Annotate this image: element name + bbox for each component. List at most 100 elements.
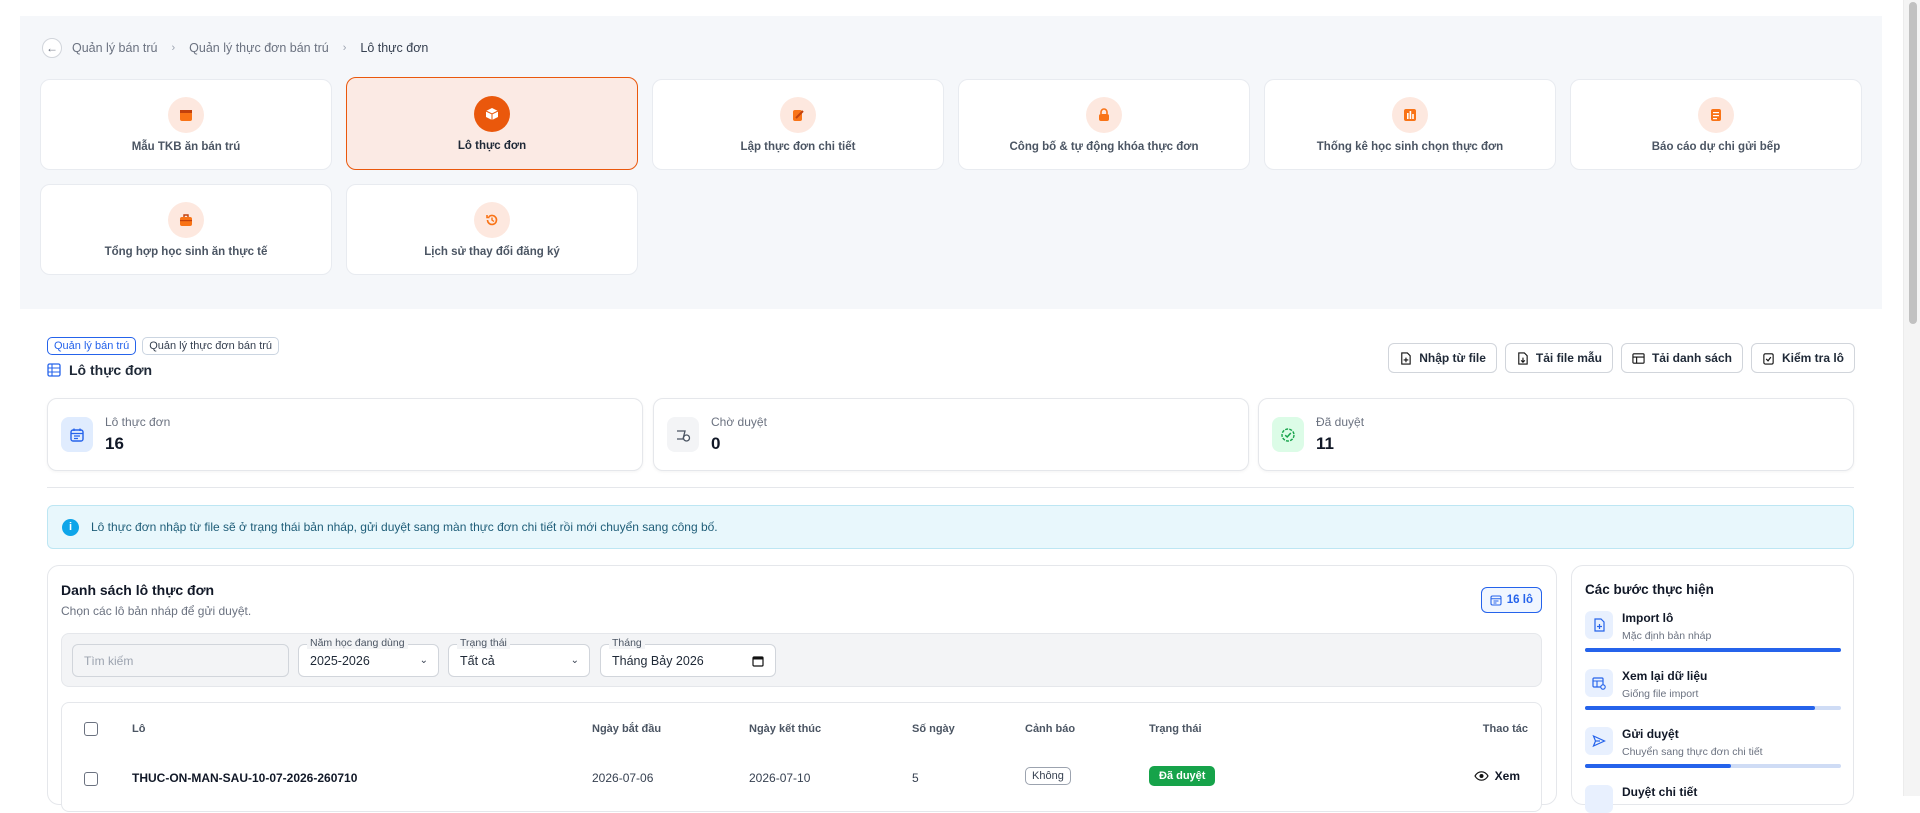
tile-thong-ke[interactable]: Thống kê học sinh chọn thực đơn [1264, 79, 1556, 170]
tile-lo-thuc-don[interactable]: Lô thực đơn [346, 77, 638, 170]
tile-bao-cao[interactable]: Báo cáo dự chi gửi bếp [1570, 79, 1862, 170]
breadcrumb-separator-icon: › [171, 42, 176, 54]
page-scrollbar[interactable] [1903, 0, 1920, 796]
progress-fill [1585, 706, 1816, 710]
info-icon: i [62, 518, 79, 536]
tile-label: Báo cáo dự chi gửi bếp [1651, 140, 1781, 153]
steps-panel: Các bước thực hiện Import lô Mặc định bả… [1571, 565, 1854, 813]
stat-label: Lô thực đơn [105, 415, 171, 429]
stat-card-pending: Chờ duyệt 0 [653, 398, 1249, 471]
tile-tong-hop[interactable]: Tổng hợp học sinh ăn thực tế [40, 184, 332, 275]
history-icon [474, 201, 510, 238]
report-icon [1698, 96, 1734, 133]
download-list-button[interactable]: Tải danh sách [1620, 343, 1743, 373]
stat-label: Chờ duyệt [711, 415, 767, 429]
scrollbar-thumb[interactable] [1909, 2, 1917, 324]
tile-cong-bo[interactable]: Công bố & tự động khóa thực đơn [958, 79, 1250, 170]
button-label: Kiểm tra lô [1781, 351, 1844, 365]
end-date: 2026-07-10 [749, 771, 811, 785]
column-header[interactable]: Cảnh báo [1025, 723, 1075, 735]
breadcrumb-item[interactable]: Quản lý bán trú [72, 41, 157, 55]
back-arrow-icon[interactable]: ← [42, 38, 62, 58]
breadcrumb-current: Lô thực đơn [360, 41, 429, 55]
step-name: Duyệt chi tiết [1622, 785, 1698, 799]
select-value: Tất cả [460, 653, 495, 668]
search-input[interactable] [72, 644, 289, 677]
chart-icon [1392, 96, 1428, 133]
tile-lap-thuc-don[interactable]: Lập thực đơn chi tiết [652, 79, 944, 170]
box-icon [474, 95, 510, 132]
batch-code: THUC-ON-MAN-SAU-10-07-2026-260710 [132, 771, 358, 785]
file-plus-icon [1401, 351, 1411, 365]
stat-value: 0 [711, 434, 721, 453]
column-header[interactable]: Ngày bắt đầu [592, 723, 661, 735]
row-checkbox[interactable] [84, 772, 98, 786]
calendar-picker-icon[interactable] [752, 655, 764, 667]
info-text: Lô thực đơn nhập từ file sẽ ở trạng thái… [91, 520, 718, 534]
file-import-icon [1585, 611, 1613, 639]
step-progress [1585, 706, 1841, 710]
stat-value: 16 [105, 434, 124, 453]
tile-mau-tkb[interactable]: Mẫu TKB ăn bán trú [40, 79, 332, 170]
breadcrumb: ← Quản lý bán trú › Quản lý thực đơn bán… [42, 38, 428, 58]
chevron-down-icon: ⌄ [570, 655, 579, 666]
stat-value: 11 [1316, 434, 1334, 453]
school-year-select[interactable]: Năm học đang dùng 2025-2026 ⌄ [298, 637, 439, 677]
status-badge: Đã duyệt [1149, 766, 1216, 786]
download-template-button[interactable]: Tải file mẫu [1504, 343, 1613, 373]
batch-list-card: Danh sách lô thực đơn Chọn các lô bản nh… [47, 565, 1557, 812]
view-button[interactable]: Xem [1473, 769, 1520, 783]
chevron-down-icon: ⌄ [419, 655, 428, 666]
table-review-icon [1585, 669, 1613, 697]
tile-label: Lịch sử thay đổi đăng ký [424, 245, 560, 258]
progress-fill [1585, 648, 1841, 652]
status-select[interactable]: Trạng thái Tất cả ⌄ [448, 637, 590, 677]
pending-icon [667, 417, 699, 452]
table-icon [47, 363, 61, 377]
stat-card-total: Lô thực đơn 16 [47, 398, 643, 471]
card-subtitle: Chọn các lô bản nháp để gửi duyệt. [61, 604, 252, 618]
import-file-button[interactable]: Nhập từ file [1388, 343, 1497, 373]
column-header[interactable]: Lô [132, 723, 145, 735]
page-title: Lô thực đơn [47, 362, 152, 378]
chip-quan-ly-ban-tru[interactable]: Quản lý bán trú [47, 337, 137, 355]
calendar-icon [61, 417, 93, 452]
check-batch-button[interactable]: Kiểm tra lô [1750, 343, 1855, 373]
button-label: Tải danh sách [1651, 351, 1732, 365]
calendar-icon [1490, 595, 1502, 606]
day-count: 5 [912, 771, 919, 785]
tile-lich-su[interactable]: Lịch sử thay đổi đăng ký [346, 184, 638, 275]
tile-label: Tổng hợp học sinh ăn thực tế [104, 245, 268, 258]
column-header[interactable]: Trạng thái [1149, 723, 1202, 735]
count-badge: 16 lô [1480, 587, 1542, 613]
tile-label: Thống kê học sinh chọn thực đơn [1316, 140, 1504, 153]
send-icon [1585, 727, 1613, 755]
toolbar-actions: Nhập từ file Tải file mẫu Tải danh sách … [1388, 343, 1855, 373]
count-badge-label: 16 lô [1506, 594, 1533, 606]
filter-bar: Năm học đang dùng 2025-2026 ⌄ Trạng thái… [61, 633, 1542, 687]
month-picker[interactable]: Tháng Tháng Bảy 2026 [600, 637, 776, 677]
step-name: Xem lại dữ liệu [1622, 669, 1708, 683]
column-header[interactable]: Ngày kết thúc [749, 723, 821, 735]
module-navigation-panel: ← Quản lý bán trú › Quản lý thực đơn bán… [20, 16, 1882, 309]
calendar-icon [168, 96, 204, 133]
select-all-checkbox[interactable] [84, 722, 98, 736]
card-title: Danh sách lô thực đơn [61, 582, 215, 598]
divider [47, 487, 1854, 488]
chip-quan-ly-thuc-don[interactable]: Quản lý thực đơn bán trú [142, 337, 280, 355]
stat-card-approved: Đã duyệt 11 [1258, 398, 1854, 471]
steps-title: Các bước thực hiện [1585, 582, 1714, 597]
field-label: Tháng [609, 637, 645, 649]
field-label: Trạng thái [457, 637, 510, 649]
breadcrumb-item[interactable]: Quản lý thực đơn bán trú [189, 41, 329, 55]
table-download-icon [1632, 352, 1645, 364]
column-header[interactable]: Số ngày [912, 723, 955, 735]
column-header: Thao tác [1482, 723, 1528, 735]
briefcase-icon [168, 201, 204, 238]
step-desc: Chuyển sang thực đơn chi tiết [1622, 746, 1763, 758]
step-name: Import lô [1622, 611, 1674, 625]
button-label: Nhập từ file [1419, 351, 1486, 365]
edit-menu-icon [780, 96, 816, 133]
info-banner: i Lô thực đơn nhập từ file sẽ ở trạng th… [47, 505, 1854, 549]
lock-icon [1086, 96, 1122, 133]
